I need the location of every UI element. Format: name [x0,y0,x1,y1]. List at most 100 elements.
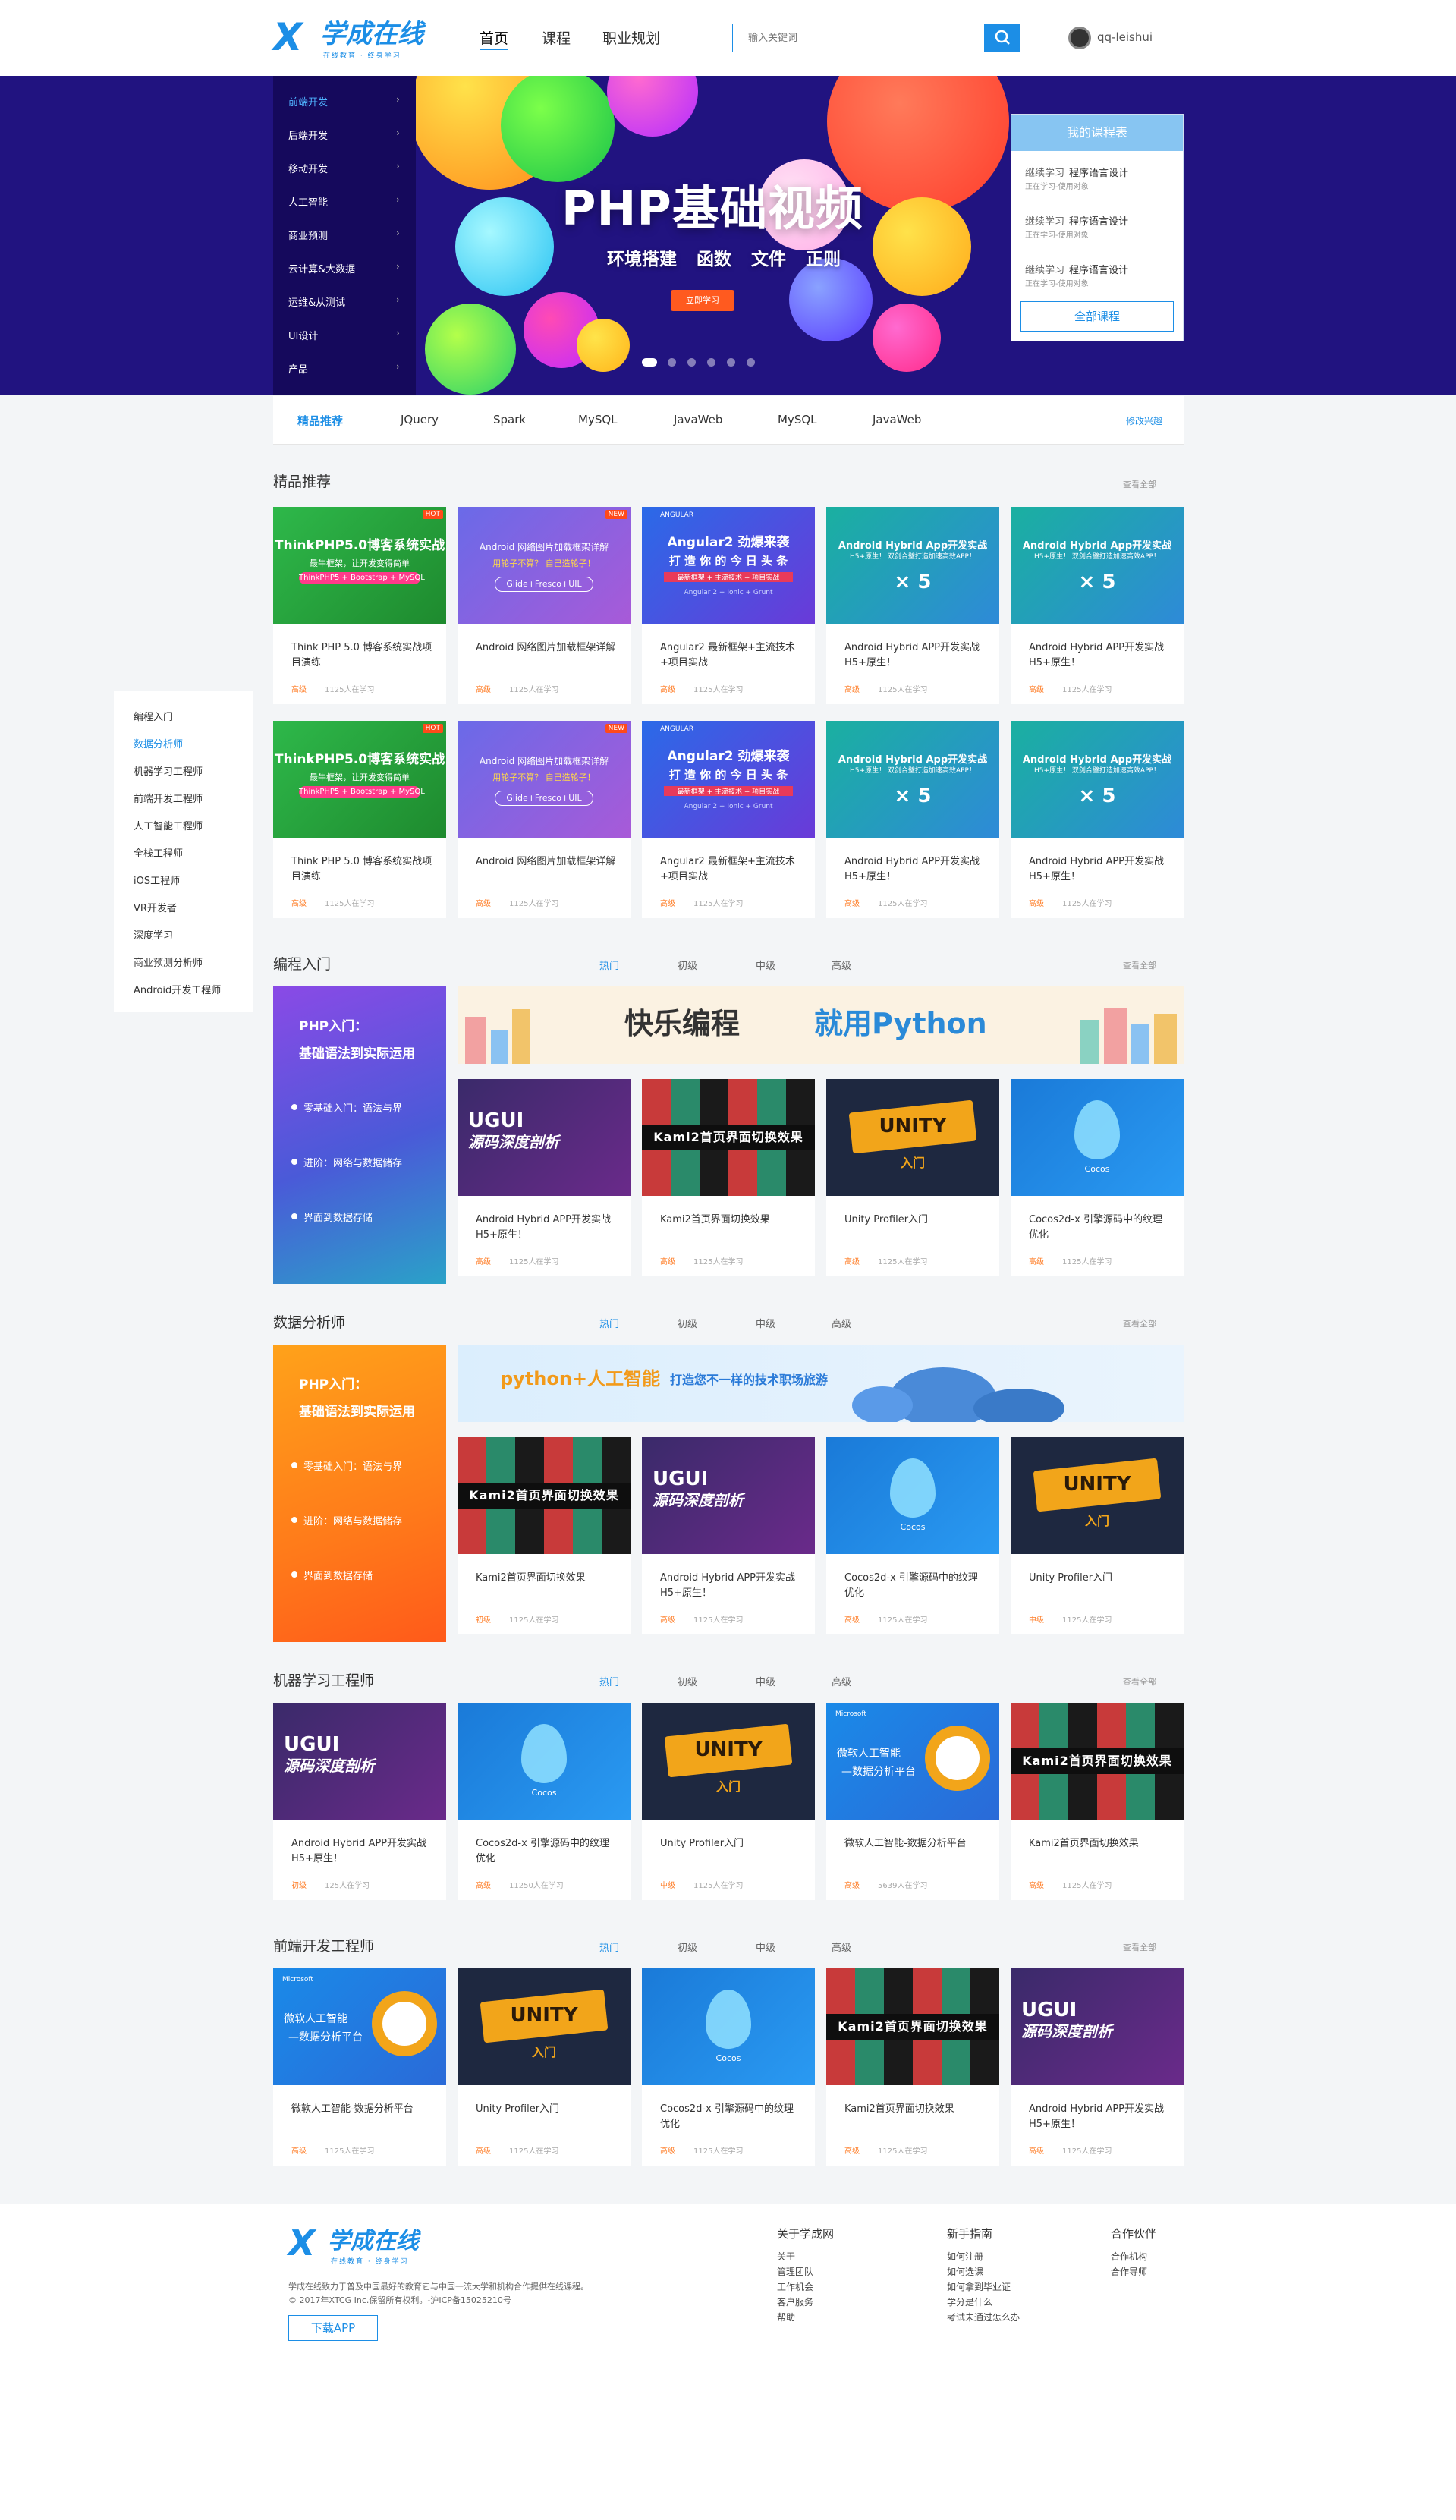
carousel-dot[interactable] [642,358,657,367]
course-thumbnail[interactable]: Kami2首页界面切换效果 [826,1968,999,2085]
course-thumbnail[interactable]: ANGULAR Angular2 劲爆来袭打 造 你 的 今 日 头 条最新框架 … [642,721,815,838]
level-tab[interactable]: 高级 [832,1674,851,1688]
level-tab[interactable]: 热门 [599,958,619,972]
sidenav-item[interactable]: Android开发工程师 [134,982,221,996]
course-thumbnail[interactable]: Kami2首页界面切换效果 [458,1437,631,1554]
category-item[interactable]: 人工智能 [288,194,328,209]
course-card[interactable]: UNITY 入门 Unity Profiler入门 中级 1125人在学习 [642,1703,815,1900]
course-title[interactable]: Kami2首页界面切换效果 [844,2102,986,2117]
course-title[interactable]: Unity Profiler入门 [844,1213,986,1228]
course-thumbnail[interactable]: Kami2首页界面切换效果 [1011,1703,1184,1820]
footer-link[interactable]: 如何选课 [947,2265,983,2278]
course-card[interactable]: Kami2首页界面切换效果 Kami2首页界面切换效果 高级 1125人在学习 [826,1968,999,2166]
level-tab[interactable]: 中级 [756,1674,775,1688]
course-card[interactable]: UNITY 入门 Unity Profiler入门 高级 1125人在学习 [826,1079,999,1276]
course-card[interactable]: Cocos Cocos2d-x 引擎源码中的纹理优化 高级 1125人在学习 [642,1968,815,2166]
course-thumbnail[interactable]: UGUI 源码深度剖析 [273,1703,446,1820]
footer-link[interactable]: 合作导师 [1111,2265,1147,2278]
sidenav-item[interactable]: VR开发者 [134,900,177,914]
course-card[interactable]: Kami2首页界面切换效果 Kami2首页界面切换效果 高级 1125人在学习 [1011,1703,1184,1900]
course-title[interactable]: Android Hybrid APP开发实战 H5+原生！ [844,854,986,885]
course-thumbnail[interactable]: Android Hybrid App开发实战 H5+原生！ 双剑合璧打造加速高效A… [1011,721,1184,838]
see-all-link[interactable]: 查看全部 [1123,1317,1156,1329]
category-item[interactable]: 移动开发 [288,161,328,175]
course-title[interactable]: Android Hybrid APP开发实战 H5+原生！ [1029,640,1170,671]
course-card[interactable]: Microsoft 微软人工智能 —数据分析平台 微软人工智能-数据分析平台 高级 112… [273,1968,446,2166]
course-thumbnail[interactable]: UNITY 入门 [642,1703,815,1820]
course-card[interactable]: UGUI 源码深度剖析 Android Hybrid APP开发实战 H5+原生！ 初… [273,1703,446,1900]
promo-panel[interactable]: PHP入门： 基础语法到实际运用 零基础入门：语法与界 进阶：网络与数据储存 界… [273,1345,446,1642]
course-thumbnail[interactable]: UGUI 源码深度剖析 [1011,1968,1184,2085]
course-title[interactable]: 微软人工智能-数据分析平台 [291,2102,432,2117]
course-card[interactable]: Android 网络图片加载框架详解 用轮子不算？ 自己造轮子！ Glide+Fre… [458,507,631,704]
sidenav-item[interactable]: 深度学习 [134,927,173,942]
course-title[interactable]: Kami2首页界面切换效果 [660,1213,801,1228]
course-title[interactable]: Android Hybrid APP开发实战 H5+原生！ [660,1571,801,1601]
level-tab[interactable]: 初级 [678,1940,697,1954]
course-title[interactable]: Android Hybrid APP开发实战 H5+原生！ [476,1213,617,1243]
tag-item[interactable]: 精品推荐 [297,413,343,429]
category-item[interactable]: 后端开发 [288,127,328,142]
course-card[interactable]: Cocos Cocos2d-x 引擎源码中的纹理优化 高级 11250人在学习 [458,1703,631,1900]
footer-link[interactable]: 学分是什么 [947,2295,992,2308]
sidenav-item[interactable]: 编程入门 [134,709,173,723]
course-title[interactable]: 微软人工智能-数据分析平台 [844,1836,986,1851]
sidenav-item[interactable]: 人工智能工程师 [134,818,203,832]
search-input[interactable] [733,24,976,52]
carousel-dot[interactable] [707,358,715,367]
course-thumbnail[interactable]: ANGULAR Angular2 劲爆来袭打 造 你 的 今 日 头 条最新框架 … [642,507,815,624]
category-item[interactable]: UI设计 [288,328,318,342]
course-card[interactable]: UNITY 入门 Unity Profiler入门 高级 1125人在学习 [458,1968,631,2166]
course-card[interactable]: ANGULAR Angular2 劲爆来袭打 造 你 的 今 日 头 条最新框架 … [642,721,815,918]
course-card[interactable]: Android Hybrid App开发实战 H5+原生！ 双剑合璧打造加速高效A… [826,721,999,918]
course-card[interactable]: Kami2首页界面切换效果 Kami2首页界面切换效果 初级 1125人在学习 [458,1437,631,1634]
footer-link[interactable]: 帮助 [777,2311,795,2323]
course-thumbnail[interactable]: Cocos [1011,1079,1184,1196]
course-card[interactable]: UNITY 入门 Unity Profiler入门 中级 1125人在学习 [1011,1437,1184,1634]
category-item[interactable]: 商业预测 [288,228,328,242]
level-tab[interactable]: 中级 [756,958,775,972]
footer-link[interactable]: 考试未通过怎么办 [947,2311,1020,2323]
course-title[interactable]: Cocos2d-x 引擎源码中的纹理优化 [476,1836,617,1867]
course-thumbnail[interactable]: UNITY 入门 [458,1968,631,2085]
sidenav-item[interactable]: 机器学习工程师 [134,763,203,778]
course-title[interactable]: Think PHP 5.0 博客系统实战项目演练 [291,854,432,885]
level-tab[interactable]: 高级 [832,1940,851,1954]
ai-banner[interactable]: python+人工智能 打造您不一样的技术职场旅游 [458,1345,1184,1422]
course-title[interactable]: Cocos2d-x 引擎源码中的纹理优化 [660,2102,801,2132]
level-tab[interactable]: 热门 [599,1316,619,1330]
nav-home[interactable]: 首页 [480,27,509,50]
level-tab[interactable]: 中级 [756,1940,775,1954]
footer-link[interactable]: 工作机会 [777,2280,813,2293]
course-thumbnail[interactable]: Microsoft 微软人工智能 —数据分析平台 [273,1968,446,2085]
see-all-link[interactable]: 查看全部 [1123,1675,1156,1688]
course-title[interactable]: Android Hybrid APP开发实战 H5+原生！ [1029,2102,1170,2132]
level-tab[interactable]: 热门 [599,1674,619,1688]
course-thumbnail[interactable]: Android Hybrid App开发实战 H5+原生！ 双剑合璧打造加速高效A… [826,721,999,838]
course-thumbnail[interactable]: Android Hybrid App开发实战 H5+原生！ 双剑合璧打造加速高效A… [1011,507,1184,624]
edit-interests-link[interactable]: 修改兴趣 [1126,414,1162,427]
course-title[interactable]: Cocos2d-x 引擎源码中的纹理优化 [1029,1213,1170,1243]
course-card[interactable]: Android Hybrid App开发实战 H5+原生！ 双剑合璧打造加速高效A… [1011,507,1184,704]
course-thumbnail[interactable]: UNITY 入门 [826,1079,999,1196]
course-card[interactable]: Android Hybrid App开发实战 H5+原生！ 双剑合璧打造加速高效A… [826,507,999,704]
course-title[interactable]: Angular2 最新框架+主流技术+项目实战 [660,640,801,671]
footer-link[interactable]: 合作机构 [1111,2250,1147,2263]
python-banner[interactable]: 快乐编程 就用Python [458,986,1184,1064]
course-title[interactable]: Unity Profiler入门 [1029,1571,1170,1586]
sidenav-item[interactable]: 前端开发工程师 [134,791,203,805]
course-title[interactable]: Android 网络图片加载框架详解 [476,640,617,656]
footer-link[interactable]: 管理团队 [777,2265,813,2278]
level-tab[interactable]: 热门 [599,1940,619,1954]
course-thumbnail[interactable]: Microsoft 微软人工智能 —数据分析平台 [826,1703,999,1820]
course-thumbnail[interactable]: Kami2首页界面切换效果 [642,1079,815,1196]
course-card[interactable]: Android Hybrid App开发实战 H5+原生！ 双剑合璧打造加速高效A… [1011,721,1184,918]
my-course-item[interactable]: 继续学习 程序语言设计 [1025,262,1128,276]
carousel-dot[interactable] [727,358,735,367]
promo-panel[interactable]: PHP入门： 基础语法到实际运用 零基础入门：语法与界 进阶：网络与数据储存 界… [273,986,446,1284]
course-card[interactable]: Kami2首页界面切换效果 Kami2首页界面切换效果 高级 1125人在学习 [642,1079,815,1276]
course-thumbnail[interactable]: Android 网络图片加载框架详解 用轮子不算？ 自己造轮子！ Glide+Fre… [458,507,631,624]
tag-item[interactable]: JQuery [401,413,439,426]
tag-item[interactable]: MySQL [778,413,817,426]
course-title[interactable]: Android Hybrid APP开发实战 H5+原生！ [1029,854,1170,885]
